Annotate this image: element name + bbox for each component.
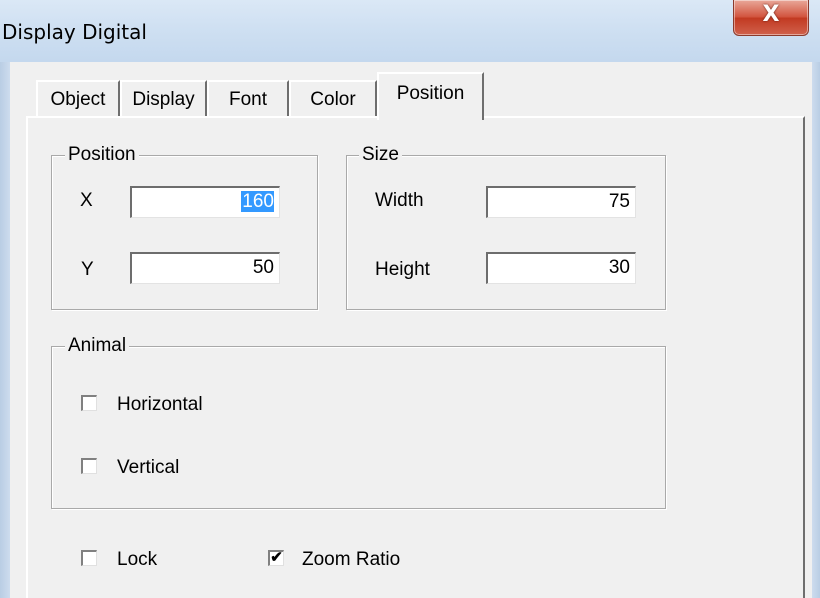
window-frame-right — [812, 62, 820, 598]
tab-position[interactable]: Position — [377, 72, 484, 120]
tab-font[interactable]: Font — [207, 80, 289, 118]
horizontal-label[interactable]: Horizontal — [117, 393, 203, 417]
title-bar: Display Digital X — [0, 0, 820, 62]
tab-color[interactable]: Color — [289, 80, 377, 118]
checkmark-icon: ✔ — [270, 549, 283, 566]
horizontal-checkbox[interactable] — [81, 395, 97, 411]
size-group-title: Size — [359, 142, 402, 168]
lock-label[interactable]: Lock — [117, 548, 157, 572]
x-label: X — [80, 190, 93, 211]
zoom-ratio-checkbox[interactable]: ✔ — [268, 550, 284, 566]
close-button[interactable]: X — [733, 0, 809, 36]
close-icon: X — [762, 2, 780, 27]
x-value-selection: 160 — [241, 191, 274, 212]
height-input[interactable]: 30 — [486, 252, 636, 284]
size-group: Size — [346, 142, 666, 310]
height-label: Height — [375, 259, 430, 280]
window-frame-left — [0, 62, 10, 598]
x-input[interactable]: 160 — [130, 186, 280, 218]
animal-group-title: Animal — [65, 333, 130, 359]
window-title: Display Digital — [2, 20, 147, 44]
position-group-title: Position — [65, 142, 139, 168]
animal-group: Animal — [51, 333, 666, 509]
y-label: Y — [81, 259, 94, 280]
width-input[interactable]: 75 — [486, 186, 636, 218]
width-label: Width — [375, 190, 424, 211]
vertical-label[interactable]: Vertical — [117, 456, 179, 480]
y-input[interactable]: 50 — [130, 252, 280, 284]
zoom-ratio-label[interactable]: Zoom Ratio — [302, 548, 400, 572]
vertical-checkbox[interactable] — [81, 458, 97, 474]
position-group: Position — [51, 142, 318, 310]
tab-display[interactable]: Display — [120, 80, 207, 118]
tab-object[interactable]: Object — [36, 80, 120, 118]
lock-checkbox[interactable] — [81, 550, 97, 566]
